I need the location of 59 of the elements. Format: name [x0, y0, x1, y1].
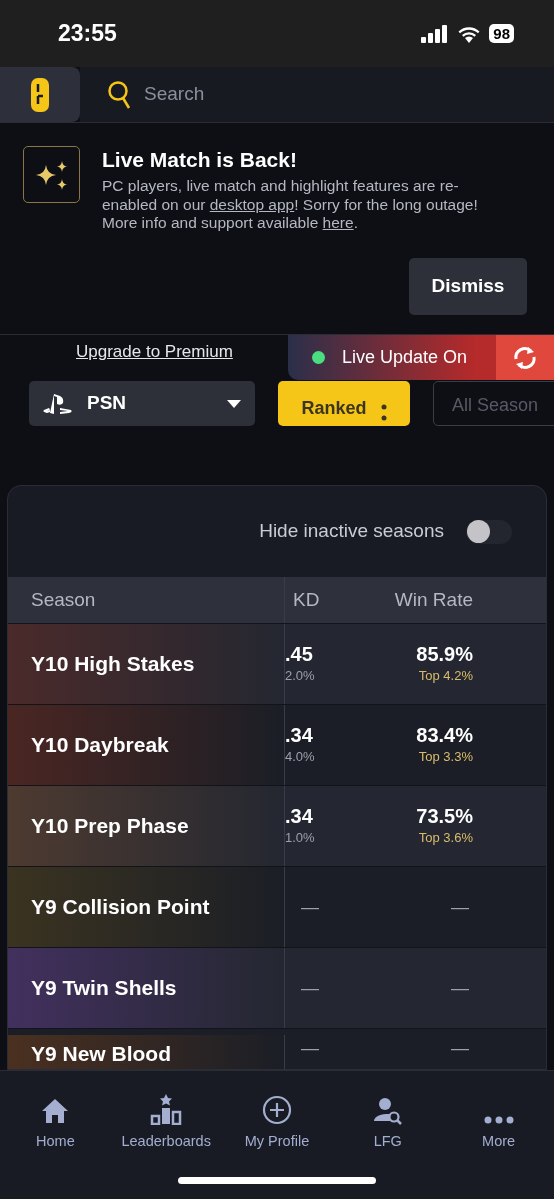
playstation-icon: [43, 392, 73, 415]
season-cell: Y9 New Blood: [8, 1035, 285, 1069]
column-header: KD: [292, 587, 321, 612]
kd-value: .34: [285, 804, 314, 829]
banner-text: PC players, live match and highlight features are re-enabled on our desktop app! Sorry for the long outage! More info and support available here.: [102, 177, 479, 233]
win-rate-rank: Top 3.6%: [418, 829, 473, 848]
toggle-label: Hide inactive seasons: [259, 519, 444, 544]
season-cell: Y10 High Stakes: [8, 624, 285, 704]
win-rate-value: 83.4%: [416, 723, 473, 748]
kd-value: —: [301, 976, 319, 1000]
win-rate-value: 85.9%: [416, 642, 473, 667]
win-rate-rank: Top 3.3%: [418, 748, 473, 767]
kd-rank: 2.0%: [285, 667, 316, 686]
kd-value: .45: [285, 642, 314, 667]
season-cell: Y10 Prep Phase: [8, 786, 285, 866]
season-cell: Y9 Collision Point: [8, 867, 285, 947]
upgrade-link[interactable]: Upgrade to Premium: [76, 339, 233, 365]
signal-icon: [421, 24, 450, 43]
kd-rank: 4.0%: [285, 748, 316, 767]
nav-tab[interactable]: LFG: [332, 1071, 444, 1161]
win-rate-rank: Top 4.2%: [418, 667, 473, 686]
win-rate-value: —: [451, 1037, 469, 1060]
platform-dropdown[interactable]: PSN: [29, 381, 255, 426]
nav-tab[interactable]: More: [443, 1071, 554, 1161]
caret-icon: [227, 399, 241, 408]
dismiss-button[interactable]: Dismiss: [409, 257, 527, 315]
kd-value: .34: [285, 723, 314, 748]
logo-icon: [31, 77, 49, 112]
kd-rank: 1.0%: [285, 829, 316, 848]
banner-title: Live Match is Back!: [102, 147, 298, 173]
season-cell: Y10 Daybreak: [8, 705, 285, 785]
win-rate-value: 73.5%: [416, 804, 473, 829]
here-link[interactable]: here: [322, 214, 354, 231]
logo-tile[interactable]: [0, 67, 80, 122]
podium-icon: [149, 1093, 184, 1126]
wifi-icon: [457, 24, 482, 43]
live-update-label: Live Update On: [342, 346, 468, 369]
kd-value: —: [301, 1037, 319, 1060]
live-update-toast[interactable]: Live Update On: [288, 335, 554, 380]
nav-tab[interactable]: Home: [0, 1071, 111, 1161]
search-input[interactable]: Search: [144, 80, 444, 109]
kebab-icon: [380, 404, 387, 422]
clock: 23:55: [58, 19, 117, 49]
search-field[interactable]: Search: [80, 67, 554, 122]
nav-tab[interactable]: Leaderboards: [110, 1071, 222, 1161]
more-icon: [483, 1115, 514, 1126]
mode-dropdown[interactable]: Ranked: [278, 381, 410, 426]
battery-indicator: 98: [489, 24, 514, 43]
search-icon: [108, 80, 132, 109]
column-header: Win Rate: [393, 587, 473, 612]
plus-circle-icon: [262, 1095, 292, 1126]
kd-value: —: [301, 895, 319, 919]
nav-tab[interactable]: My Profile: [221, 1071, 333, 1161]
win-rate-value: —: [451, 976, 469, 1000]
season-cell: Y9 Twin Shells: [8, 948, 285, 1028]
refresh-tile[interactable]: [496, 335, 554, 380]
user-search-icon: [372, 1097, 403, 1126]
win-rate-value: —: [451, 895, 469, 919]
toggle-switch[interactable]: [466, 519, 512, 544]
